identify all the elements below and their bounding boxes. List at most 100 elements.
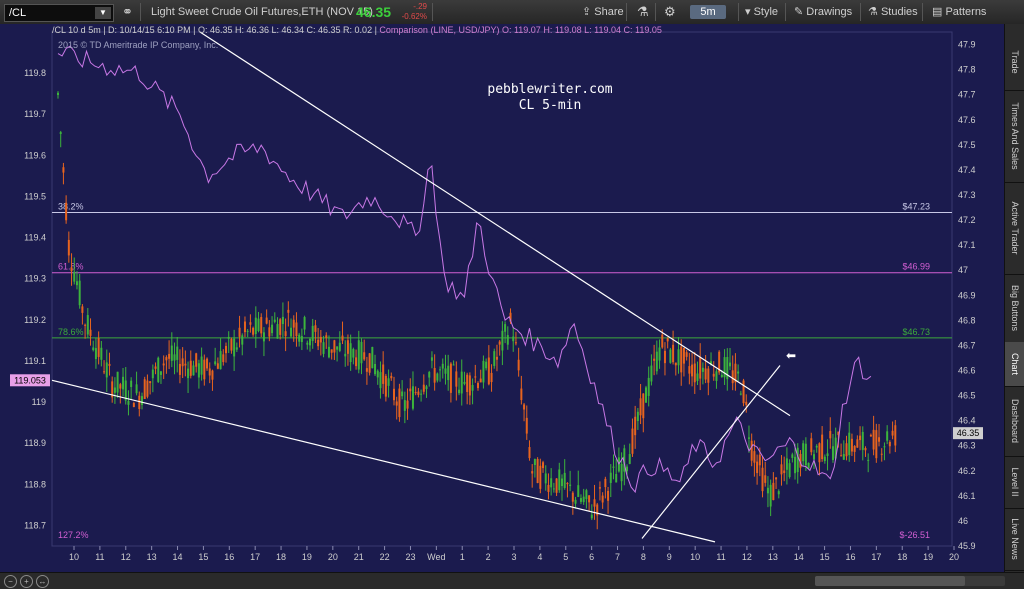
candle-body	[411, 386, 414, 409]
candle-body	[867, 459, 870, 461]
patterns-label: Patterns	[945, 6, 987, 18]
x-tick-label: Wed	[427, 552, 445, 562]
candle-body	[693, 363, 696, 383]
gear-icon[interactable]: ⚙	[664, 0, 676, 24]
candle-body	[325, 335, 328, 338]
candle-body	[230, 338, 233, 351]
candle-body	[666, 338, 669, 342]
studies-button[interactable]: ⚗ Studies	[868, 0, 918, 24]
tab-label: Times And Sales	[1010, 102, 1020, 170]
flask-icon[interactable]: ⚗	[637, 0, 649, 24]
tab-times-and-sales[interactable]: Times And Sales	[1005, 90, 1024, 183]
candle-body	[338, 342, 341, 351]
candle-body	[869, 434, 872, 437]
style-button[interactable]: ▾ Style	[745, 0, 778, 24]
candle-body	[441, 363, 444, 369]
candle-body	[154, 366, 157, 369]
candle-body	[333, 340, 336, 353]
candle-body	[512, 336, 515, 342]
candle-body	[620, 463, 623, 482]
candle-body	[593, 499, 596, 507]
watermark: pebblewriter.com CL 5-min	[460, 82, 640, 114]
candle-body	[550, 478, 553, 488]
zoom-out-icon[interactable]: −	[4, 575, 17, 588]
scrollbar-thumb[interactable]	[815, 576, 965, 586]
right-tick-label: 46	[958, 516, 968, 526]
candle-body	[70, 267, 73, 272]
candle-body	[704, 368, 707, 380]
candle-body	[699, 357, 702, 379]
candle-body	[707, 368, 710, 383]
tab-label: Big Buttons	[1010, 284, 1020, 332]
candle-body	[113, 387, 116, 393]
timeframe-button[interactable]: 5m	[690, 5, 726, 19]
tab-trade[interactable]: Trade	[1005, 34, 1024, 91]
link-icon[interactable]: ⚭	[122, 0, 133, 24]
candle-body	[674, 362, 677, 366]
candle-body	[273, 319, 276, 322]
candle-body	[108, 363, 111, 366]
candle-body	[859, 435, 862, 441]
tab-chart[interactable]: Chart	[1005, 342, 1024, 387]
candle-body	[395, 401, 398, 406]
candle-body	[151, 369, 154, 379]
x-tick-label: 16	[845, 552, 855, 562]
candle-body	[387, 378, 390, 386]
chevron-down-icon[interactable]: ▼	[95, 7, 111, 19]
tab-active-trader[interactable]: Active Trader	[1005, 182, 1024, 275]
patterns-icon: ▤	[932, 6, 943, 18]
left-tick-label: 119.8	[24, 68, 46, 78]
share-button[interactable]: ⇪ Share	[582, 0, 624, 24]
candle-body	[257, 318, 260, 332]
candle-body	[122, 376, 125, 390]
patterns-button[interactable]: ▤ Patterns	[932, 0, 986, 24]
left-tick-label: 118.8	[24, 479, 46, 489]
tab-live-news[interactable]: Live News	[1005, 508, 1024, 571]
symbol-selector[interactable]: /CL ▼	[4, 4, 114, 22]
candle-body	[701, 367, 704, 372]
right-tick-label: 46.8	[958, 315, 976, 325]
candle-body	[582, 496, 585, 503]
candle-body	[845, 443, 848, 457]
zoom-in-icon[interactable]: +	[20, 575, 33, 588]
candle-body	[322, 342, 325, 354]
pencil-icon: ✎	[794, 6, 804, 18]
candle-body	[141, 396, 143, 405]
fib-level-label: 38.2%	[58, 202, 84, 212]
tab-big-buttons[interactable]: Big Buttons	[1005, 274, 1024, 343]
candle-body	[525, 417, 528, 434]
tab-label: Trade	[1010, 50, 1020, 74]
candle-body	[495, 356, 498, 360]
x-tick-label: 20	[328, 552, 338, 562]
candle-body	[168, 353, 171, 359]
drawings-button[interactable]: ✎ Drawings	[794, 0, 852, 24]
fit-icon[interactable]: ↔	[36, 575, 49, 588]
bottom-bar: − + ↔	[0, 572, 1024, 589]
candle-body	[436, 373, 439, 381]
x-tick-label: 11	[716, 552, 725, 562]
fib-value-label: $47.23	[902, 202, 930, 212]
candle-body	[520, 388, 523, 401]
candle-body	[162, 363, 165, 366]
candle-body	[227, 336, 230, 339]
studies-label: Studies	[880, 6, 918, 18]
candle-body	[371, 346, 374, 369]
candle-body	[135, 384, 138, 394]
candle-body	[669, 349, 672, 363]
x-tick-label: 7	[615, 552, 620, 562]
tab-dashboard[interactable]: Dashboard	[1005, 386, 1024, 457]
candle-body	[86, 315, 89, 335]
candle-body	[653, 358, 656, 361]
left-tick-label: 119.3	[24, 274, 46, 284]
candle-body	[818, 443, 821, 463]
candle-body	[127, 400, 130, 405]
candle-body	[861, 431, 864, 450]
candle-body	[243, 321, 246, 333]
candle-body	[636, 411, 639, 422]
candle-body	[487, 357, 490, 385]
tab-level-ii[interactable]: Level II	[1005, 456, 1024, 509]
change-percent: -0.62%	[401, 12, 427, 21]
fib-level-label: 78.6%	[58, 327, 84, 337]
chart-scrollbar[interactable]	[815, 576, 1005, 586]
candle-body	[631, 428, 634, 454]
